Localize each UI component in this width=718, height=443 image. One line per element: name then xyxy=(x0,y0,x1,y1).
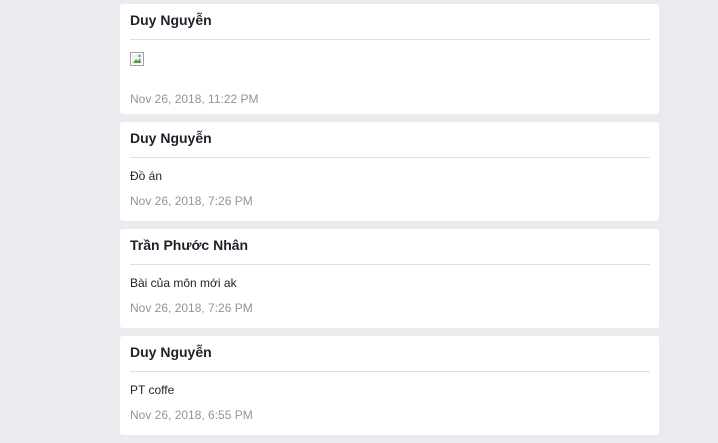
post-author[interactable]: Duy Nguyễn xyxy=(130,130,212,146)
post-header: Duy Nguyễn xyxy=(130,336,650,372)
post-card: Trần Phước Nhân Bài của môn mới ak Nov 2… xyxy=(120,229,659,328)
post-author[interactable]: Trần Phước Nhân xyxy=(130,237,248,253)
post-card: Duy Nguyễn Nov 26, 2018, 11:22 PM xyxy=(120,4,659,114)
post-body: Nov 26, 2018, 11:22 PM xyxy=(130,40,650,107)
post-body: Bài của môn mới ak Nov 26, 2018, 7:26 PM xyxy=(130,265,650,316)
comment-feed: Duy Nguyễn Nov 26, 2018, 11:22 PM Duy Ng… xyxy=(120,4,659,443)
post-content: PT coffe xyxy=(130,383,175,397)
post-timestamp[interactable]: Nov 26, 2018, 7:26 PM xyxy=(130,194,650,209)
post-timestamp[interactable]: Nov 26, 2018, 6:55 PM xyxy=(130,408,650,423)
post-timestamp[interactable]: Nov 26, 2018, 11:22 PM xyxy=(130,92,650,107)
post-body: Đồ án Nov 26, 2018, 7:26 PM xyxy=(130,158,650,209)
post-card: Duy Nguyễn Đồ án Nov 26, 2018, 7:26 PM xyxy=(120,122,659,221)
post-header: Duy Nguyễn xyxy=(130,4,650,40)
post-header: Duy Nguyễn xyxy=(130,122,650,158)
post-timestamp[interactable]: Nov 26, 2018, 7:26 PM xyxy=(130,301,650,316)
broken-image-icon[interactable] xyxy=(130,52,144,66)
post-body: PT coffe Nov 26, 2018, 6:55 PM xyxy=(130,372,650,423)
post-content: Đồ án xyxy=(130,169,163,183)
post-content: Bài của môn mới ak xyxy=(130,276,237,290)
post-author[interactable]: Duy Nguyễn xyxy=(130,12,212,28)
post-header: Trần Phước Nhân xyxy=(130,229,650,265)
post-card: Duy Nguyễn PT coffe Nov 26, 2018, 6:55 P… xyxy=(120,336,659,435)
post-author[interactable]: Duy Nguyễn xyxy=(130,344,212,360)
